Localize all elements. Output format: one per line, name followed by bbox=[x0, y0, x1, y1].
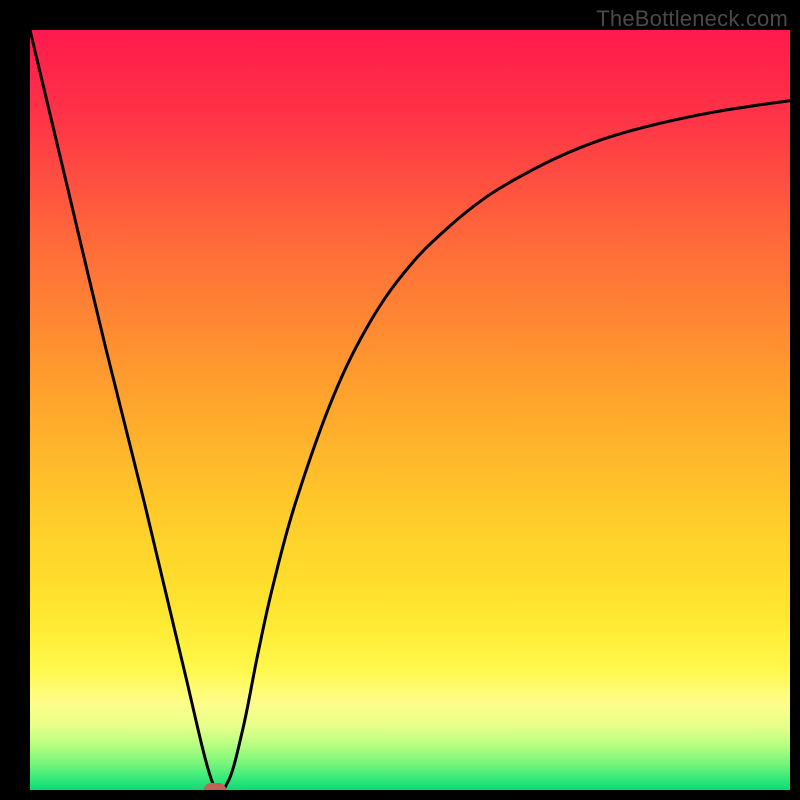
optimal-point-marker bbox=[204, 783, 226, 790]
plot-area bbox=[30, 30, 790, 790]
chart-frame: TheBottleneck.com bbox=[0, 0, 800, 800]
bottleneck-curve bbox=[30, 30, 790, 790]
watermark-text: TheBottleneck.com bbox=[596, 6, 788, 32]
